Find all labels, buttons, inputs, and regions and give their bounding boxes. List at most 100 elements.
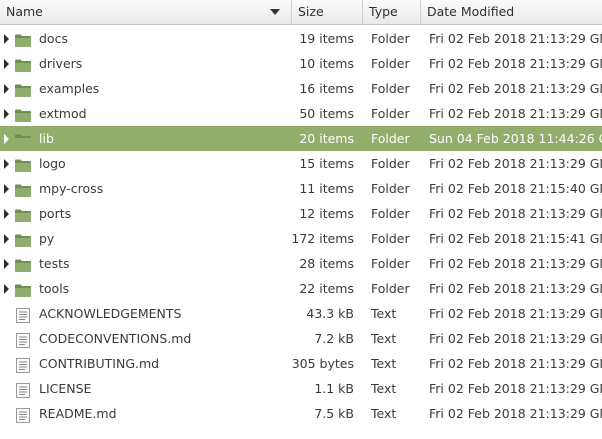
file-row[interactable]: CONTRIBUTING.md 305 bytes Text Fri 02 Feb 2… xyxy=(0,351,602,376)
item-name: LICENSE xyxy=(39,381,92,396)
column-header-type[interactable]: Type xyxy=(363,0,421,24)
expander-arrow-icon[interactable] xyxy=(4,34,9,44)
folder-icon xyxy=(14,281,32,297)
folder-row[interactable]: logo 15 items Folder Fri 02 Feb 2018 21:13:… xyxy=(0,151,602,176)
folder-row[interactable]: ports 12 items Folder Fri 02 Feb 2018 21:13… xyxy=(0,201,602,226)
expander-arrow-icon[interactable] xyxy=(4,209,9,219)
folder-row[interactable]: lib 20 items Folder Sun 04 Feb 2018 11:44:2… xyxy=(0,126,602,151)
text-file-icon xyxy=(14,306,32,323)
item-date-modified: Fri 02 Feb 2018 21:13:29 GMT xyxy=(429,331,602,346)
item-type: Folder xyxy=(371,81,410,96)
item-date-modified: Fri 02 Feb 2018 21:13:29 GMT xyxy=(429,356,602,371)
item-type: Folder xyxy=(371,281,410,296)
item-type: Folder xyxy=(371,231,410,246)
expander-arrow-icon[interactable] xyxy=(4,184,9,194)
folder-icon xyxy=(14,31,32,47)
item-type: Text xyxy=(371,356,397,371)
folder-row[interactable]: py 172 items Folder Fri 02 Feb 2018 21:15:4… xyxy=(0,226,602,251)
folder-icon xyxy=(14,81,32,97)
item-name: docs xyxy=(39,31,68,46)
item-date-modified: Fri 02 Feb 2018 21:13:29 GMT xyxy=(429,256,602,271)
item-date-modified: Fri 02 Feb 2018 21:13:29 GMT xyxy=(429,206,602,221)
folder-icon xyxy=(14,181,32,197)
text-file-icon xyxy=(14,406,32,423)
item-size: 15 items xyxy=(299,156,354,171)
item-date-modified: Fri 02 Feb 2018 21:15:41 GMT xyxy=(429,231,602,246)
item-size: 11 items xyxy=(299,181,354,196)
item-name: CONTRIBUTING.md xyxy=(39,356,160,371)
item-date-modified: Fri 02 Feb 2018 21:13:29 GMT xyxy=(429,156,602,171)
column-header-date-modified[interactable]: Date Modified xyxy=(421,0,602,24)
item-type: Text xyxy=(371,381,397,396)
item-name: drivers xyxy=(39,56,83,71)
file-row[interactable]: CODECONVENTIONS.md 7.2 kB Text Fri 02 Feb 2… xyxy=(0,326,602,351)
folder-row[interactable]: tests 28 items Folder Fri 02 Feb 2018 21:13… xyxy=(0,251,602,276)
folder-row[interactable]: extmod 50 items Folder Fri 02 Feb 2018 21:1… xyxy=(0,101,602,126)
file-rows: docs 19 items Folder Fri 02 Feb 2018 21:13:… xyxy=(0,26,602,426)
item-date-modified: Fri 02 Feb 2018 21:13:29 GMT xyxy=(429,306,602,321)
folder-row[interactable]: drivers 10 items Folder Fri 02 Feb 2018 21:… xyxy=(0,51,602,76)
item-name: CODECONVENTIONS.md xyxy=(39,331,192,346)
expander-arrow-icon[interactable] xyxy=(4,109,9,119)
item-type: Folder xyxy=(371,206,410,221)
item-date-modified: Fri 02 Feb 2018 21:13:29 GMT xyxy=(429,381,602,396)
file-row[interactable]: README.md 7.5 kB Text Fri 02 Feb 2018 21:13… xyxy=(0,401,602,426)
item-type: Folder xyxy=(371,31,410,46)
item-type: Folder xyxy=(371,56,410,71)
item-size: 1.1 kB xyxy=(314,381,354,396)
text-file-icon xyxy=(14,356,32,373)
column-header-bar: Name Size Type Date Modified xyxy=(0,0,602,25)
expander-arrow-icon[interactable] xyxy=(4,134,9,144)
item-type: Folder xyxy=(371,181,410,196)
expander-arrow-icon[interactable] xyxy=(4,84,9,94)
item-type: Folder xyxy=(371,256,410,271)
column-header-size-label: Size xyxy=(298,4,324,19)
column-header-type-label: Type xyxy=(369,4,398,19)
item-name: mpy-cross xyxy=(39,181,104,196)
text-file-icon xyxy=(14,381,32,398)
item-date-modified: Fri 02 Feb 2018 21:13:29 GMT xyxy=(429,81,602,96)
folder-icon xyxy=(14,231,32,247)
item-size: 16 items xyxy=(299,81,354,96)
file-row[interactable]: ACKNOWLEDGEMENTS 43.3 kB Text Fri 02 Feb 20… xyxy=(0,301,602,326)
expander-arrow-icon[interactable] xyxy=(4,159,9,169)
column-header-size[interactable]: Size xyxy=(292,0,363,24)
item-type: Text xyxy=(371,306,397,321)
item-date-modified: Fri 02 Feb 2018 21:13:29 GMT xyxy=(429,31,602,46)
column-header-name[interactable]: Name xyxy=(0,0,292,24)
file-list-view: Name Size Type Date Modified docs 19 item… xyxy=(0,0,602,439)
item-size: 28 items xyxy=(299,256,354,271)
item-size: 19 items xyxy=(299,31,354,46)
folder-row[interactable]: tools 22 items Folder Fri 02 Feb 2018 21:13… xyxy=(0,276,602,301)
file-row[interactable]: LICENSE 1.1 kB Text Fri 02 Feb 2018 21:13:2… xyxy=(0,376,602,401)
item-type: Folder xyxy=(371,156,410,171)
item-name: lib xyxy=(39,131,54,146)
item-date-modified: Fri 02 Feb 2018 21:13:29 GMT xyxy=(429,406,602,421)
folder-icon xyxy=(14,56,32,72)
folder-icon xyxy=(14,131,32,147)
item-size: 172 items xyxy=(291,231,354,246)
item-name: examples xyxy=(39,81,100,96)
item-size: 7.5 kB xyxy=(314,406,354,421)
item-date-modified: Fri 02 Feb 2018 21:13:29 GMT xyxy=(429,281,602,296)
expander-arrow-icon[interactable] xyxy=(4,234,9,244)
sort-descending-icon xyxy=(270,9,280,15)
item-type: Text xyxy=(371,331,397,346)
item-name: README.md xyxy=(39,406,117,421)
column-header-date-label: Date Modified xyxy=(427,4,515,19)
item-size: 10 items xyxy=(299,56,354,71)
item-type: Text xyxy=(371,406,397,421)
folder-row[interactable]: docs 19 items Folder Fri 02 Feb 2018 21:13:… xyxy=(0,26,602,51)
expander-arrow-icon[interactable] xyxy=(4,59,9,69)
item-name: py xyxy=(39,231,55,246)
item-size: 43.3 kB xyxy=(306,306,354,321)
folder-row[interactable]: examples 16 items Folder Fri 02 Feb 2018 21… xyxy=(0,76,602,101)
item-size: 7.2 kB xyxy=(314,331,354,346)
folder-icon xyxy=(14,206,32,222)
item-date-modified: Fri 02 Feb 2018 21:15:40 GMT xyxy=(429,181,602,196)
folder-row[interactable]: mpy-cross 11 items Folder Fri 02 Feb 2018 2… xyxy=(0,176,602,201)
item-size: 305 bytes xyxy=(291,356,354,371)
expander-arrow-icon[interactable] xyxy=(4,284,9,294)
item-date-modified: Fri 02 Feb 2018 21:13:29 GMT xyxy=(429,106,602,121)
expander-arrow-icon[interactable] xyxy=(4,259,9,269)
